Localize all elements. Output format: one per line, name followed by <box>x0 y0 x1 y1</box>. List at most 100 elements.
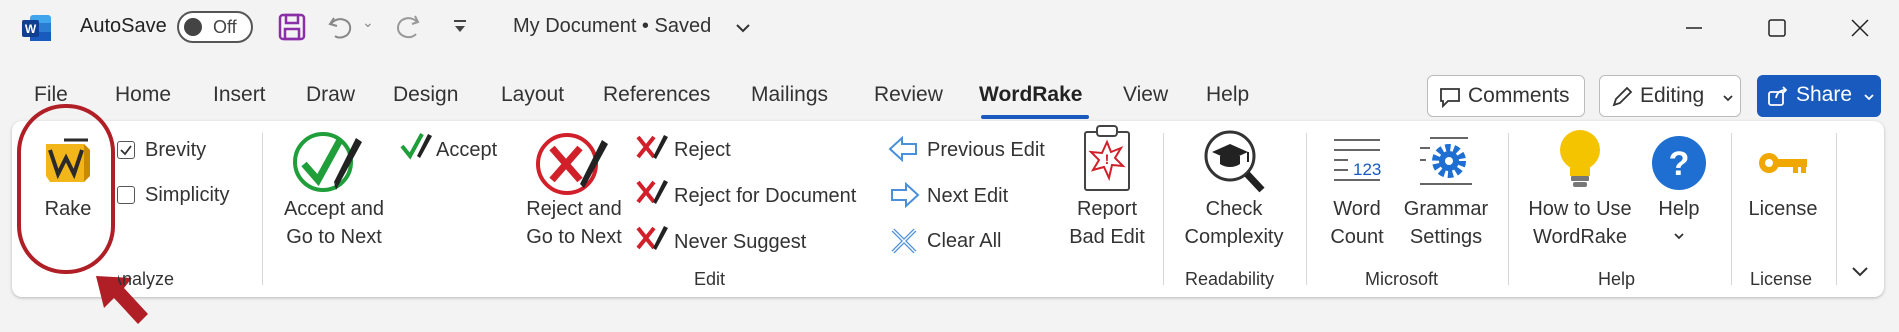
reject-next-label-2: Go to Next <box>526 226 622 248</box>
comment-icon <box>1440 88 1460 108</box>
tab-insert[interactable]: Insert <box>213 83 266 107</box>
group-label-analyze: Analyze <box>118 269 174 289</box>
reject-x-pen-icon <box>536 133 608 195</box>
reject-document-icon <box>636 180 668 204</box>
autosave-toggle[interactable]: Off <box>177 11 253 43</box>
previous-edit-button[interactable]: Previous Edit <box>888 133 1048 165</box>
maximize-icon[interactable] <box>1757 12 1797 44</box>
tab-design[interactable]: Design <box>393 83 458 107</box>
toggle-knob <box>184 18 202 36</box>
tab-home[interactable]: Home <box>115 83 171 107</box>
reject-for-document-button[interactable]: Reject for Document <box>634 176 874 210</box>
grammar-settings-button[interactable]: Grammar Settings <box>1398 134 1494 254</box>
reject-and-go-to-next-button[interactable]: Reject and Go to Next <box>516 128 632 253</box>
group-label-help: Help <box>1598 269 1636 289</box>
accept-label: Accept <box>436 139 498 161</box>
collapse-ribbon-chevron-icon[interactable] <box>1850 264 1870 280</box>
check-label-2: Complexity <box>1184 226 1284 248</box>
separator <box>1836 133 1837 285</box>
grammar-label-2: Settings <box>1409 226 1483 248</box>
grammar-label-1: Grammar <box>1403 198 1489 220</box>
help-chevron-down-icon <box>1674 233 1684 240</box>
separator <box>1306 133 1307 285</box>
group-label-edit: Edit <box>694 269 726 289</box>
how-to-use-wordrake-button[interactable]: How to Use WordRake <box>1520 128 1640 254</box>
pencil-icon <box>1612 86 1633 107</box>
word-count-label-2: Count <box>1330 226 1384 248</box>
accept-button[interactable]: Accept <box>398 130 504 164</box>
license-label: License <box>1748 198 1818 220</box>
separator <box>1163 133 1164 285</box>
check-label-1: Check <box>1205 198 1263 220</box>
simplicity-label[interactable]: Simplicity <box>145 184 229 207</box>
accept-next-label-1: Accept and <box>283 198 385 220</box>
word-app-icon[interactable]: W <box>22 14 52 42</box>
reject-button[interactable]: Reject <box>634 131 874 165</box>
accept-and-go-to-next-button[interactable]: Accept and Go to Next <box>276 128 392 253</box>
undo-icon[interactable] <box>326 12 356 42</box>
title-bar: W AutoSave Off ⌄ My Document • Saved <box>0 0 1899 58</box>
grammar-gear-icon <box>1420 137 1472 185</box>
save-icon[interactable] <box>278 12 306 42</box>
editing-label: Editing <box>1640 84 1705 107</box>
redo-icon[interactable] <box>393 12 423 42</box>
reject-next-label-1: Reject and <box>526 198 622 220</box>
reject-x-icon <box>636 135 668 159</box>
minimize-icon[interactable] <box>1674 12 1714 44</box>
tab-references[interactable]: References <box>603 83 710 107</box>
brevity-checkbox[interactable] <box>117 141 135 159</box>
report-label-1: Report <box>1076 198 1138 220</box>
close-icon[interactable] <box>1840 12 1880 44</box>
comments-label: Comments <box>1468 84 1570 107</box>
separator <box>262 133 263 285</box>
previous-edit-label: Previous Edit <box>927 139 1045 161</box>
question-icon: ? <box>1652 136 1706 190</box>
tab-draw[interactable]: Draw <box>306 83 355 107</box>
reject-document-label: Reject for Document <box>674 185 857 207</box>
comments-button[interactable]: Comments <box>1427 75 1585 117</box>
never-suggest-label: Never Suggest <box>674 231 807 253</box>
help-button[interactable]: ? Help <box>1640 134 1718 254</box>
check-complexity-button[interactable]: Check Complexity <box>1176 128 1292 254</box>
accept-next-label-2: Go to Next <box>286 226 382 248</box>
tab-view[interactable]: View <box>1123 83 1168 107</box>
word-count-button[interactable]: 123 Word Count <box>1318 134 1396 254</box>
key-icon <box>1759 153 1807 173</box>
never-suggest-button[interactable]: Never Suggest <box>634 222 874 256</box>
title-chevron-down-icon[interactable] <box>734 21 752 35</box>
share-chevron-down-icon <box>1864 94 1874 101</box>
document-title[interactable]: My Document • Saved <box>513 15 711 38</box>
arrow-right-icon <box>891 181 920 209</box>
svg-text:!: ! <box>1105 151 1110 167</box>
share-button[interactable]: Share <box>1757 75 1881 117</box>
undo-dropdown-icon[interactable]: ⌄ <box>362 14 374 31</box>
report-bad-edit-button[interactable]: ! Report Bad Edit <box>1062 122 1152 254</box>
clear-all-button[interactable]: Clear All <box>888 225 1048 257</box>
simplicity-checkbox[interactable] <box>117 186 135 204</box>
separator <box>1508 133 1509 285</box>
tab-layout[interactable]: Layout <box>501 83 564 107</box>
editing-mode-button[interactable]: Editing <box>1599 75 1741 117</box>
tab-mailings[interactable]: Mailings <box>751 83 828 107</box>
clipboard-alert-icon: ! <box>1084 125 1130 191</box>
reject-label: Reject <box>674 139 731 161</box>
svg-text:?: ? <box>1669 145 1690 183</box>
active-tab-indicator <box>981 115 1089 119</box>
tab-help[interactable]: Help <box>1206 83 1249 107</box>
tab-wordrake[interactable]: WordRake <box>979 83 1082 107</box>
svg-text:W: W <box>25 22 37 36</box>
group-label-microsoft: Microsoft <box>1365 269 1439 289</box>
word-count-label-1: Word <box>1333 198 1381 220</box>
license-button[interactable]: License <box>1738 134 1828 224</box>
next-edit-button[interactable]: Next Edit <box>888 179 1048 211</box>
tab-review[interactable]: Review <box>874 83 943 107</box>
how-to-label-1: How to Use <box>1528 198 1632 220</box>
separator <box>1731 133 1732 285</box>
clear-x-icon <box>891 228 917 254</box>
customize-icon[interactable] <box>452 18 468 36</box>
brevity-label[interactable]: Brevity <box>145 139 206 162</box>
next-edit-label: Next Edit <box>927 185 1009 207</box>
group-label-license: License <box>1750 269 1813 289</box>
clear-all-label: Clear All <box>927 230 1002 252</box>
report-label-2: Bad Edit <box>1069 226 1145 248</box>
